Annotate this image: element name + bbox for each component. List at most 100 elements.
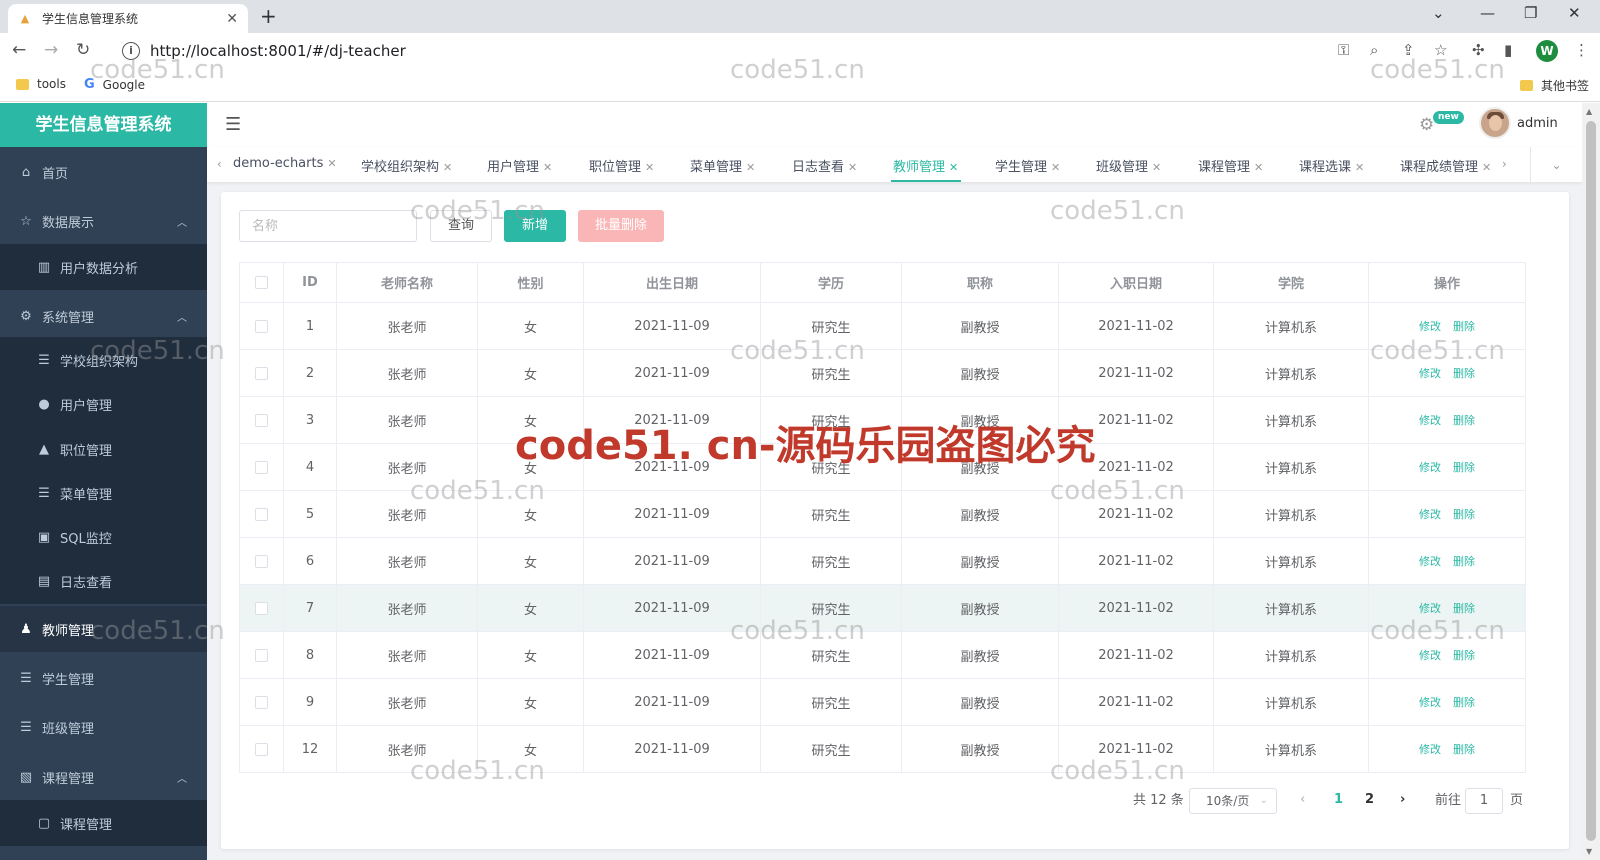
forward-icon[interactable]: → <box>44 40 58 60</box>
tab-close-icon[interactable]: ✕ <box>1254 161 1263 174</box>
add-button[interactable]: 新增 <box>504 210 566 242</box>
table-row[interactable]: 2 张老师女 2021-11-09 研究生 副教授 2021-11-02 计算机系 修改 删除 <box>239 349 1526 397</box>
row-select-cell[interactable] <box>239 725 284 773</box>
url-text[interactable]: http://localhost:8001/#/dj-teacher <box>150 42 406 60</box>
tab-close-icon[interactable]: ✕ <box>949 161 958 174</box>
table-row[interactable]: 3 张老师女 2021-11-09 研究生 副教授 2021-11-02 计算机系 修改 删除 <box>239 396 1526 444</box>
sidebar-item[interactable]: ⌂ 首页 <box>0 149 207 195</box>
site-info-icon[interactable]: i <box>122 42 140 60</box>
row-select-cell[interactable] <box>239 490 284 538</box>
edit-link[interactable]: 修改 <box>1419 320 1441 333</box>
select-all-cell[interactable] <box>239 262 284 303</box>
prev-page-icon[interactable]: ‹ <box>1300 792 1305 807</box>
edit-link[interactable]: 修改 <box>1419 414 1441 427</box>
row-checkbox[interactable] <box>255 319 268 333</box>
profile-avatar[interactable]: W <box>1536 40 1558 62</box>
table-row[interactable]: 4 张老师女 2021-11-09 研究生 副教授 2021-11-02 计算机系 修改 删除 <box>239 443 1526 491</box>
row-checkbox[interactable] <box>255 366 268 380</box>
row-checkbox[interactable] <box>255 413 268 427</box>
tab-0[interactable]: demo-echarts ✕ <box>233 156 337 171</box>
tab-11[interactable]: 课程成绩管理 ✕ <box>1400 156 1491 175</box>
sidebar-item[interactable]: ▥ 用户数据分析 <box>0 244 207 290</box>
user-name[interactable]: admin <box>1517 116 1558 131</box>
tab-10[interactable]: 课程选课 ✕ <box>1299 156 1364 175</box>
delete-link[interactable]: 删除 <box>1453 320 1475 333</box>
tab-9[interactable]: 课程管理 ✕ <box>1198 156 1263 175</box>
tags-dropdown-icon[interactable]: ⌄ <box>1530 147 1582 183</box>
scroll-up-icon[interactable]: ▲ <box>1586 107 1592 116</box>
delete-link[interactable]: 删除 <box>1453 743 1475 756</box>
sidebar-item[interactable]: ▢ 课程管理 <box>0 800 207 846</box>
restore-icon[interactable]: ❐ <box>1524 4 1537 22</box>
tab-close-icon[interactable]: ✕ <box>645 161 654 174</box>
tags-scroll-left-icon[interactable]: ‹ <box>217 157 222 171</box>
tab-close-icon[interactable]: ✕ <box>327 157 336 170</box>
edit-link[interactable]: 修改 <box>1419 555 1441 568</box>
settings-gear-icon[interactable]: ⚙ <box>1419 115 1434 135</box>
edit-link[interactable]: 修改 <box>1419 696 1441 709</box>
reload-icon[interactable]: ↻ <box>76 40 90 60</box>
back-icon[interactable]: ← <box>12 40 26 60</box>
table-row[interactable]: 1 张老师女 2021-11-09 研究生 副教授 2021-11-02 计算机系 修改 删除 <box>239 302 1526 350</box>
delete-link[interactable]: 删除 <box>1453 367 1475 380</box>
delete-link[interactable]: 删除 <box>1453 555 1475 568</box>
tab-close-icon[interactable]: ✕ <box>543 161 552 174</box>
window-close-icon[interactable]: ✕ <box>1568 4 1581 22</box>
table-row[interactable]: 8 张老师女 2021-11-09 研究生 副教授 2021-11-02 计算机系 修改 删除 <box>239 631 1526 679</box>
tab-6[interactable]: 教师管理 ✕ <box>893 156 958 175</box>
row-checkbox[interactable] <box>255 648 268 662</box>
sidebar-item[interactable]: ⚙ 系统管理 ︿ <box>0 293 207 339</box>
tab-4[interactable]: 菜单管理 ✕ <box>690 156 755 175</box>
row-select-cell[interactable] <box>239 302 284 350</box>
tab-search-icon[interactable]: ⌄ <box>1432 4 1445 22</box>
edit-link[interactable]: 修改 <box>1419 743 1441 756</box>
page-scrollbar[interactable]: ▲ ▼ <box>1582 103 1600 860</box>
row-select-cell[interactable] <box>239 678 284 726</box>
query-button[interactable]: 查询 <box>430 210 492 242</box>
edit-link[interactable]: 修改 <box>1419 367 1441 380</box>
goto-page-input[interactable]: 1 <box>1465 788 1503 814</box>
row-select-cell[interactable] <box>239 584 284 632</box>
edit-link[interactable]: 修改 <box>1419 508 1441 521</box>
tab-7[interactable]: 学生管理 ✕ <box>995 156 1060 175</box>
delete-link[interactable]: 删除 <box>1453 461 1475 474</box>
row-select-cell[interactable] <box>239 349 284 397</box>
tab-1[interactable]: 学校组织架构 ✕ <box>361 156 452 175</box>
scrollbar-thumb[interactable] <box>1586 121 1596 841</box>
new-tab-button[interactable]: + <box>260 4 277 28</box>
scroll-down-icon[interactable]: ▼ <box>1586 847 1592 856</box>
select-all-checkbox[interactable] <box>255 276 268 289</box>
edit-link[interactable]: 修改 <box>1419 649 1441 662</box>
zoom-icon[interactable]: ⌕ <box>1370 41 1378 59</box>
row-checkbox[interactable] <box>255 460 268 474</box>
tab-close-icon[interactable]: ✕ <box>1355 161 1364 174</box>
tab-close-icon[interactable]: ✕ <box>1482 161 1491 174</box>
sidebar-item[interactable]: ☆ 数据展示 ︿ <box>0 198 207 244</box>
delete-link[interactable]: 删除 <box>1453 649 1475 662</box>
other-bookmarks[interactable]: 其他书签 <box>1520 77 1589 94</box>
bookmark-tools[interactable]: tools <box>16 77 66 91</box>
sidebar-item[interactable]: ▣ SQL监控 <box>0 514 207 560</box>
sidebar-item[interactable]: ♟ 教师管理 <box>0 606 207 652</box>
minimize-icon[interactable]: — <box>1480 4 1495 22</box>
extensions-icon[interactable]: ✣ <box>1472 41 1485 59</box>
row-checkbox[interactable] <box>255 507 268 521</box>
edit-link[interactable]: 修改 <box>1419 461 1441 474</box>
tab-8[interactable]: 班级管理 ✕ <box>1096 156 1161 175</box>
sidebar-item[interactable]: ☰ 菜单管理 <box>0 470 207 516</box>
sidebar-item[interactable]: ▤ 日志查看 <box>0 558 207 604</box>
tab-close-icon[interactable]: ✕ <box>1051 161 1060 174</box>
row-select-cell[interactable] <box>239 631 284 679</box>
tab-5[interactable]: 日志查看 ✕ <box>792 156 857 175</box>
key-icon[interactable]: ⚿ <box>1338 41 1349 59</box>
tab-close-icon[interactable]: ✕ <box>746 161 755 174</box>
page-size-select[interactable]: 10条/页 ⌄ <box>1189 788 1277 814</box>
tab-3[interactable]: 职位管理 ✕ <box>589 156 654 175</box>
page-1[interactable]: 1 <box>1334 792 1343 807</box>
delete-link[interactable]: 删除 <box>1453 696 1475 709</box>
table-row[interactable]: 7 张老师女 2021-11-09 研究生 副教授 2021-11-02 计算机系 修改 删除 <box>239 584 1526 632</box>
page-2[interactable]: 2 <box>1365 792 1374 807</box>
next-page-icon[interactable]: › <box>1400 792 1405 807</box>
batch-delete-button[interactable]: 批量删除 <box>578 210 664 242</box>
share-icon[interactable]: ⇪ <box>1402 41 1415 59</box>
